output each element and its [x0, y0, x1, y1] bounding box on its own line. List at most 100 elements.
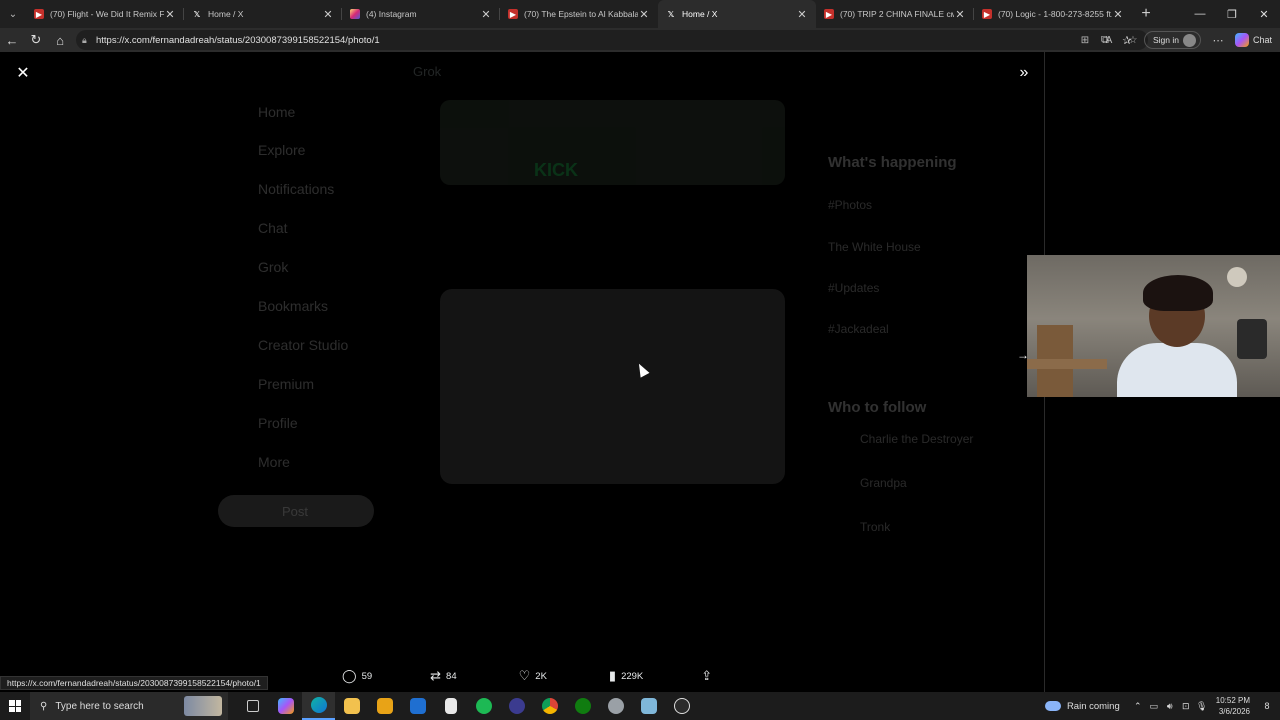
close-photo-button[interactable]: ✕: [12, 62, 34, 84]
close-tab-icon[interactable]: ✕: [1112, 8, 1124, 21]
tab-1[interactable]: 𝕏 Home / X ✕: [184, 0, 342, 28]
copilot-chat-button[interactable]: Chat: [1234, 33, 1272, 47]
webcam-overlay: [1027, 255, 1280, 397]
person-shirt: [1117, 343, 1237, 397]
post-image-ghost: [440, 100, 785, 185]
like-count: 2K: [535, 670, 547, 682]
back-icon[interactable]: ←: [0, 28, 24, 52]
tab-title: (70) Flight - We Did It Remix Ft. Ve: [50, 9, 164, 19]
close-icon: ✕: [16, 65, 30, 82]
like-button[interactable]: ♡ 2K: [519, 668, 547, 684]
weather-widget[interactable]: Rain coming: [1044, 701, 1120, 712]
close-tab-icon[interactable]: ✕: [322, 8, 334, 21]
xbox-icon[interactable]: [566, 692, 599, 720]
edge-browser-icon[interactable]: [302, 692, 335, 720]
show-hidden-icons-icon[interactable]: ⌃: [1130, 701, 1146, 712]
trend-item: #Updates: [828, 281, 880, 295]
network-icon[interactable]: ⊡: [1178, 701, 1194, 712]
security-app-icon[interactable]: [599, 692, 632, 720]
extensions-icon[interactable]: ⧉: [1094, 34, 1116, 47]
views-button[interactable]: ▮ 229K: [609, 668, 643, 684]
tab-title: (4) Instagram: [366, 9, 417, 19]
new-tab-icon[interactable]: +: [1132, 5, 1160, 23]
restore-icon[interactable]: ❐: [1216, 0, 1248, 28]
share-button[interactable]: ⇪: [701, 668, 712, 684]
start-button[interactable]: [0, 692, 30, 720]
clock[interactable]: 10:52 PM 3/6/2026: [1216, 695, 1250, 717]
file-explorer-icon[interactable]: [335, 692, 368, 720]
taskbar-apps: [236, 692, 698, 720]
close-tab-icon[interactable]: ✕: [638, 8, 650, 21]
home-icon[interactable]: ⌂: [48, 28, 72, 52]
reply-button[interactable]: ◯ 59: [342, 668, 372, 684]
tab-actions-menu-icon[interactable]: ⌄: [0, 0, 26, 28]
clock-date: 3/6/2026: [1218, 707, 1250, 716]
search-icon: ⚲: [40, 700, 48, 712]
close-tab-icon[interactable]: ✕: [954, 8, 966, 21]
notification-count: 8: [1264, 701, 1270, 711]
window-controls: — ❐ ✕: [1184, 0, 1280, 28]
nav-chat: Chat: [258, 220, 288, 236]
dimmed-timeline-background: Home Explore Notifications Chat Grok Boo…: [210, 52, 1045, 692]
app-available-icon[interactable]: ⊞: [1076, 35, 1094, 46]
tab-title: Home / X: [208, 9, 244, 19]
system-tray: Rain coming ⌃ ▭ 🔊︎ ⊡ 🎙︎ 10:52 PM 3/6/202…: [1044, 692, 1280, 720]
windows-logo-icon: [9, 700, 21, 712]
person-hair: [1143, 275, 1213, 311]
youtube-icon: ▶: [34, 9, 44, 19]
spotify-icon[interactable]: [467, 692, 500, 720]
notifications-icon[interactable]: 8: [1258, 701, 1276, 711]
photo-viewer-page: Home Explore Notifications Chat Grok Boo…: [0, 52, 1280, 692]
tab-5[interactable]: ▶ (70) TRIP 2 CHINA FINALE cм TRYI ✕: [816, 0, 974, 28]
trends-header: What's happening: [828, 154, 957, 171]
link-status-bar: https://x.com/fernandadreah/status/20300…: [0, 676, 268, 690]
nav-grok: Grok: [258, 259, 289, 275]
obs-icon[interactable]: [665, 692, 698, 720]
snipping-tool-icon[interactable]: [632, 692, 665, 720]
status-url-text: https://x.com/fernandadreah/status/20300…: [7, 678, 261, 688]
mail-icon[interactable]: [401, 692, 434, 720]
tab-0[interactable]: ▶ (70) Flight - We Did It Remix Ft. Ve ✕: [26, 0, 184, 28]
document-icon[interactable]: [434, 692, 467, 720]
youtube-icon: ▶: [508, 9, 518, 19]
tab-6[interactable]: ▶ (70) Logic - 1-800-273-8255 ft. Ale ✕: [974, 0, 1132, 28]
site-info-icon[interactable]: 🔒︎: [82, 35, 96, 46]
youtube-icon: ▶: [824, 9, 834, 19]
reply-icon: ◯: [342, 668, 357, 683]
chat-label: Chat: [1252, 35, 1272, 45]
copilot-taskbar-icon[interactable]: [269, 692, 302, 720]
refresh-icon[interactable]: ↻: [24, 28, 48, 52]
close-window-icon[interactable]: ✕: [1248, 0, 1280, 28]
nav-explore: Explore: [258, 142, 306, 158]
tab-3[interactable]: ▶ (70) The Epstein to Al Kabbalah G ✕: [500, 0, 658, 28]
close-tab-icon[interactable]: ✕: [480, 8, 492, 21]
youtube-icon: ▶: [982, 9, 992, 19]
minimize-icon[interactable]: —: [1184, 0, 1216, 28]
microphone: [1237, 319, 1267, 359]
search-highlight-image: [184, 696, 222, 716]
chrome-icon[interactable]: [533, 692, 566, 720]
media-app-icon[interactable]: [500, 692, 533, 720]
task-view-icon[interactable]: [236, 692, 269, 720]
tab-2[interactable]: (4) Instagram ✕: [342, 0, 500, 28]
volume-icon[interactable]: 🔊︎: [1162, 701, 1178, 712]
battery-icon[interactable]: ▭: [1146, 701, 1162, 712]
reply-count: 59: [361, 670, 373, 682]
address-bar[interactable]: 🔒︎ https://x.com/fernandadreah/status/20…: [76, 30, 1148, 50]
sign-in-button[interactable]: Sign in: [1143, 31, 1201, 49]
close-tab-icon[interactable]: ✕: [796, 8, 808, 21]
microsoft-store-icon[interactable]: [368, 692, 401, 720]
toggle-side-panel-button[interactable]: »: [1013, 62, 1035, 84]
microphone-icon[interactable]: 🎙︎: [1194, 701, 1210, 712]
tab-4-active[interactable]: 𝕏 Home / X ✕: [658, 0, 816, 28]
taskbar-search[interactable]: ⚲ Type here to search: [30, 692, 228, 720]
trend-item: The White House: [828, 240, 921, 254]
more-options-icon[interactable]: ⋯: [1207, 34, 1229, 47]
repost-icon: ⇄: [430, 668, 442, 683]
repost-button[interactable]: ⇄ 84: [430, 668, 456, 684]
post-photo-ghost: [440, 289, 785, 484]
nav-creator-studio: Creator Studio: [258, 337, 349, 353]
favorites-icon[interactable]: ✰: [1116, 34, 1138, 47]
nav-profile: Profile: [258, 415, 298, 431]
close-tab-icon[interactable]: ✕: [164, 8, 176, 21]
